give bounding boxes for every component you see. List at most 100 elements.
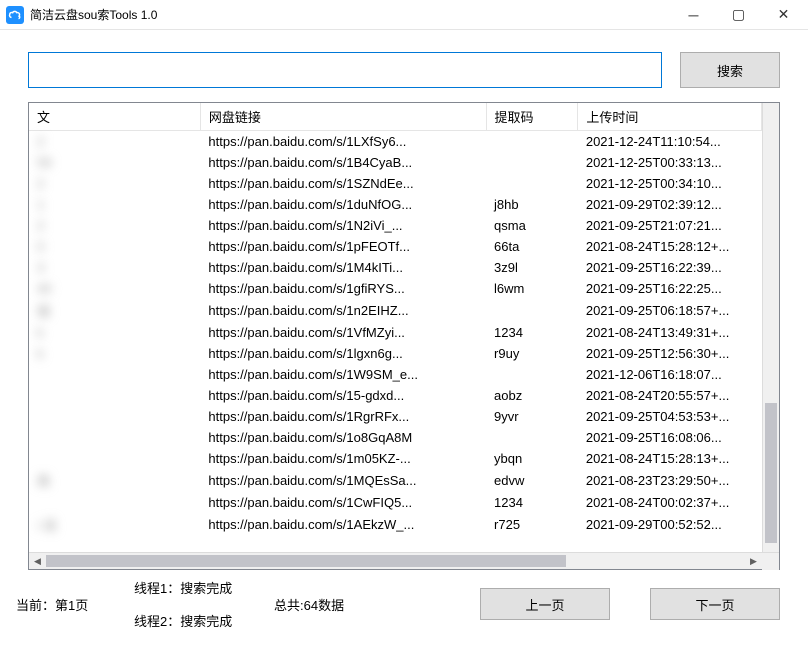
cell-code	[486, 427, 578, 448]
vertical-scrollbar[interactable]	[762, 103, 779, 552]
cell-filename	[29, 448, 200, 469]
table-row[interactable]: https://pan.baidu.com/s/1o8GqA8M2021-09-…	[29, 427, 762, 448]
cell-filename	[29, 427, 200, 448]
cell-code	[486, 173, 578, 194]
table-row[interactable]: https://pan.baidu.com/s/1RgrRFx...9yvr20…	[29, 406, 762, 427]
cell-filename: 2	[29, 173, 200, 194]
cell-time: 2021-09-25T12:56:30+...	[578, 343, 762, 364]
cell-time: 2021-12-25T00:34:10...	[578, 173, 762, 194]
table-row[interactable]: i 话https://pan.baidu.com/s/1AEkzW_...r72…	[29, 513, 762, 536]
cell-filename: k	[29, 343, 200, 364]
cell-code: j8hb	[486, 194, 578, 215]
horizontal-scroll-track[interactable]	[46, 553, 745, 569]
cell-time: 2021-12-06T16:18:07...	[578, 364, 762, 385]
cell-code: ybqn	[486, 448, 578, 469]
table-row[interactable]: 3https://pan.baidu.com/s/1M4kITi...3z9l2…	[29, 257, 762, 278]
close-button[interactable]: ✕	[761, 1, 806, 29]
cell-time: 2021-08-24T13:49:31+...	[578, 322, 762, 343]
cell-code: l6wm	[486, 278, 578, 299]
table-row[interactable]: https://pan.baidu.com/s/1W9SM_e... 2021-1…	[29, 364, 762, 385]
table-row[interactable]: https://pan.baidu.com/s/1m05KZ-...ybqn20…	[29, 448, 762, 469]
column-link[interactable]: 网盘链接	[200, 103, 486, 131]
vertical-scroll-thumb[interactable]	[765, 403, 777, 543]
cell-filename: 3	[29, 257, 200, 278]
horizontal-scrollbar[interactable]: ◀ ▶	[29, 552, 779, 569]
cell-link: https://pan.baidu.com/s/1N2iVi_...	[200, 215, 486, 236]
thread1-status: 线程1：搜索完成	[134, 578, 264, 597]
table-row[interactable]: 2https://pan.baidu.com/s/1N2iVi_...qsma2…	[29, 215, 762, 236]
cell-link: https://pan.baidu.com/s/1gfiRYS...	[200, 278, 486, 299]
app-icon	[6, 6, 24, 24]
cell-time: 2021-09-25T16:22:25...	[578, 278, 762, 299]
cell-filename: 59	[29, 152, 200, 173]
cell-code: r725	[486, 513, 578, 536]
results-table[interactable]: 文 网盘链接 提取码 上传时间 2https://pan.baidu.com/s…	[29, 103, 762, 536]
cell-code: 1234	[486, 322, 578, 343]
cell-filename: 1	[29, 194, 200, 215]
cell-link: https://pan.baidu.com/s/15-gdxd...	[200, 385, 486, 406]
search-input[interactable]	[28, 52, 662, 88]
maximize-button[interactable]: ▢	[716, 1, 761, 29]
cell-link: https://pan.baidu.com/s/1m05KZ-...	[200, 448, 486, 469]
cell-filename	[29, 406, 200, 427]
cell-code: 1234	[486, 492, 578, 513]
table-row[interactable]: 简https://pan.baidu.com/s/1MQEsSa...edvw2…	[29, 469, 762, 492]
table-row[interactable]: https://pan.baidu.com/s/15-gdxd...aobz20…	[29, 385, 762, 406]
cell-filename	[29, 385, 200, 406]
cell-link: https://pan.baidu.com/s/1B4CyaB...	[200, 152, 486, 173]
column-code[interactable]: 提取码	[486, 103, 578, 131]
search-button[interactable]: 搜索	[680, 52, 780, 88]
cell-filename: 弱	[29, 299, 200, 322]
scrollbar-corner	[762, 553, 779, 570]
table-header-row: 文 网盘链接 提取码 上传时间	[29, 103, 762, 131]
cell-link: https://pan.baidu.com/s/1pFEOTf...	[200, 236, 486, 257]
cell-link: https://pan.baidu.com/s/1CwFIQ5...	[200, 492, 486, 513]
results-table-container: 文 网盘链接 提取码 上传时间 2https://pan.baidu.com/s…	[28, 102, 780, 570]
cell-code: 3z9l	[486, 257, 578, 278]
table-row[interactable]: khttps://pan.baidu.com/s/1lgxn6g...r9uy2…	[29, 343, 762, 364]
search-area: 搜索	[0, 30, 808, 102]
cell-link: https://pan.baidu.com/s/1W9SM_e...	[200, 364, 486, 385]
table-row[interactable]: 40https://pan.baidu.com/s/1gfiRYS...l6wm…	[29, 278, 762, 299]
cell-code	[486, 299, 578, 322]
thread-status: 线程1：搜索完成 线程2：搜索完成	[134, 578, 264, 630]
current-page-label: 当前：第1页	[16, 595, 124, 614]
minimize-button[interactable]: ─	[671, 1, 716, 29]
cell-code	[486, 152, 578, 173]
table-row[interactable]: 0https://pan.baidu.com/s/1pFEOTf...66ta2…	[29, 236, 762, 257]
cell-filename	[29, 492, 200, 513]
prev-page-button[interactable]: 上一页	[480, 588, 610, 620]
cell-time: 2021-12-24T11:10:54...	[578, 131, 762, 152]
horizontal-scroll-thumb[interactable]	[46, 555, 566, 567]
cell-code: edvw	[486, 469, 578, 492]
cell-link: https://pan.baidu.com/s/1lgxn6g...	[200, 343, 486, 364]
table-row[interactable]: https://pan.baidu.com/s/1CwFIQ5...123420…	[29, 492, 762, 513]
total-count-label: 总共:64数据	[274, 595, 414, 614]
table-row[interactable]: 59https://pan.baidu.com/s/1B4CyaB... 2021…	[29, 152, 762, 173]
cell-time: 2021-12-25T00:33:13...	[578, 152, 762, 173]
cell-code: 9yvr	[486, 406, 578, 427]
table-row[interactable]: khttps://pan.baidu.com/s/1VfMZyi...12342…	[29, 322, 762, 343]
cell-link: https://pan.baidu.com/s/1RgrRFx...	[200, 406, 486, 427]
window-controls: ─ ▢ ✕	[671, 1, 806, 29]
cell-time: 2021-09-29T00:52:52...	[578, 513, 762, 536]
cell-link: https://pan.baidu.com/s/1M4kITi...	[200, 257, 486, 278]
table-row[interactable]: 2https://pan.baidu.com/s/1LXfSy6...2021-…	[29, 131, 762, 152]
scroll-right-arrow[interactable]: ▶	[745, 553, 762, 570]
table-row[interactable]: 1https://pan.baidu.com/s/1duNfOG...j8hb2…	[29, 194, 762, 215]
cell-time: 2021-08-24T00:02:37+...	[578, 492, 762, 513]
column-time[interactable]: 上传时间	[578, 103, 762, 131]
table-row[interactable]: 弱https://pan.baidu.com/s/1n2EIHZ...2021-…	[29, 299, 762, 322]
cell-filename: 简	[29, 469, 200, 492]
table-row[interactable]: 2https://pan.baidu.com/s/1SZNdEe... 2021-…	[29, 173, 762, 194]
cell-link: https://pan.baidu.com/s/1SZNdEe...	[200, 173, 486, 194]
next-page-button[interactable]: 下一页	[650, 588, 780, 620]
scroll-left-arrow[interactable]: ◀	[29, 553, 46, 570]
cell-filename: 2	[29, 131, 200, 152]
cell-code: r9uy	[486, 343, 578, 364]
cell-filename: i 话	[29, 513, 200, 536]
cell-time: 2021-08-24T20:55:57+...	[578, 385, 762, 406]
cell-link: https://pan.baidu.com/s/1n2EIHZ...	[200, 299, 486, 322]
column-filename[interactable]: 文	[29, 103, 200, 131]
cell-link: https://pan.baidu.com/s/1AEkzW_...	[200, 513, 486, 536]
